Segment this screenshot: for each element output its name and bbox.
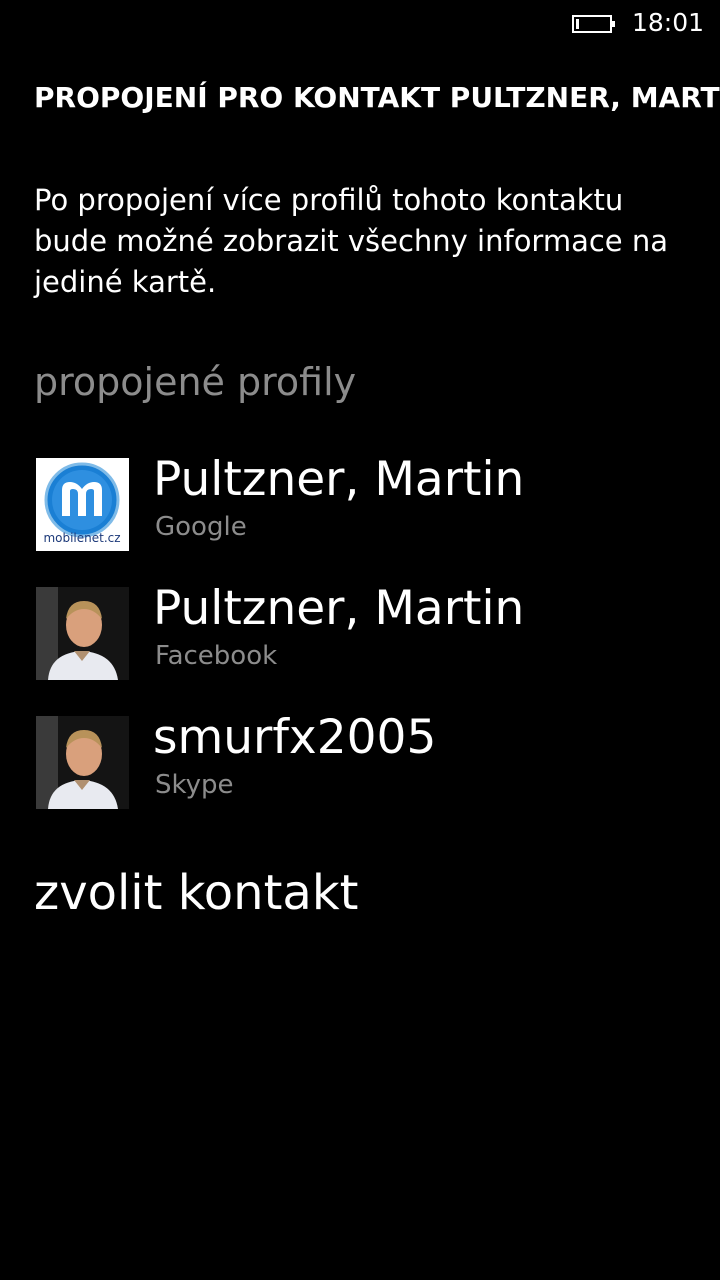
clock: 18:01 [631,8,704,37]
section-header-linked-profiles: propojené profily [34,360,357,404]
battery-icon [572,15,615,33]
status-bar: 18:01 [0,0,720,48]
person-photo-avatar [36,716,129,809]
profile-item-facebook[interactable]: Pultzner, Martin Facebook [36,581,720,680]
profile-item-skype[interactable]: smurfx2005 Skype [36,710,720,809]
description-text: Po propojení více profilů tohoto kontakt… [34,183,669,299]
linked-profiles-list: mobilenet.cz Pultzner, Martin Google Pul… [36,452,720,809]
profile-service: Google [155,512,247,542]
choose-contact-link[interactable]: zvolit kontakt [34,862,358,924]
profile-name: Pultzner, Martin [153,581,525,636]
mobilenet-logo-text: mobilenet.cz [43,531,120,545]
mobilenet-logo-avatar: mobilenet.cz [36,458,129,551]
profile-item-google[interactable]: mobilenet.cz Pultzner, Martin Google [36,452,720,551]
profile-name: smurfx2005 [153,710,437,765]
profile-service: Facebook [155,641,278,671]
person-photo-avatar [36,587,129,680]
profile-name: Pultzner, Martin [153,452,525,507]
profile-service: Skype [155,770,234,800]
page-title: PROPOJENÍ PRO KONTAKT PULTZNER, MARTIN [34,81,720,114]
